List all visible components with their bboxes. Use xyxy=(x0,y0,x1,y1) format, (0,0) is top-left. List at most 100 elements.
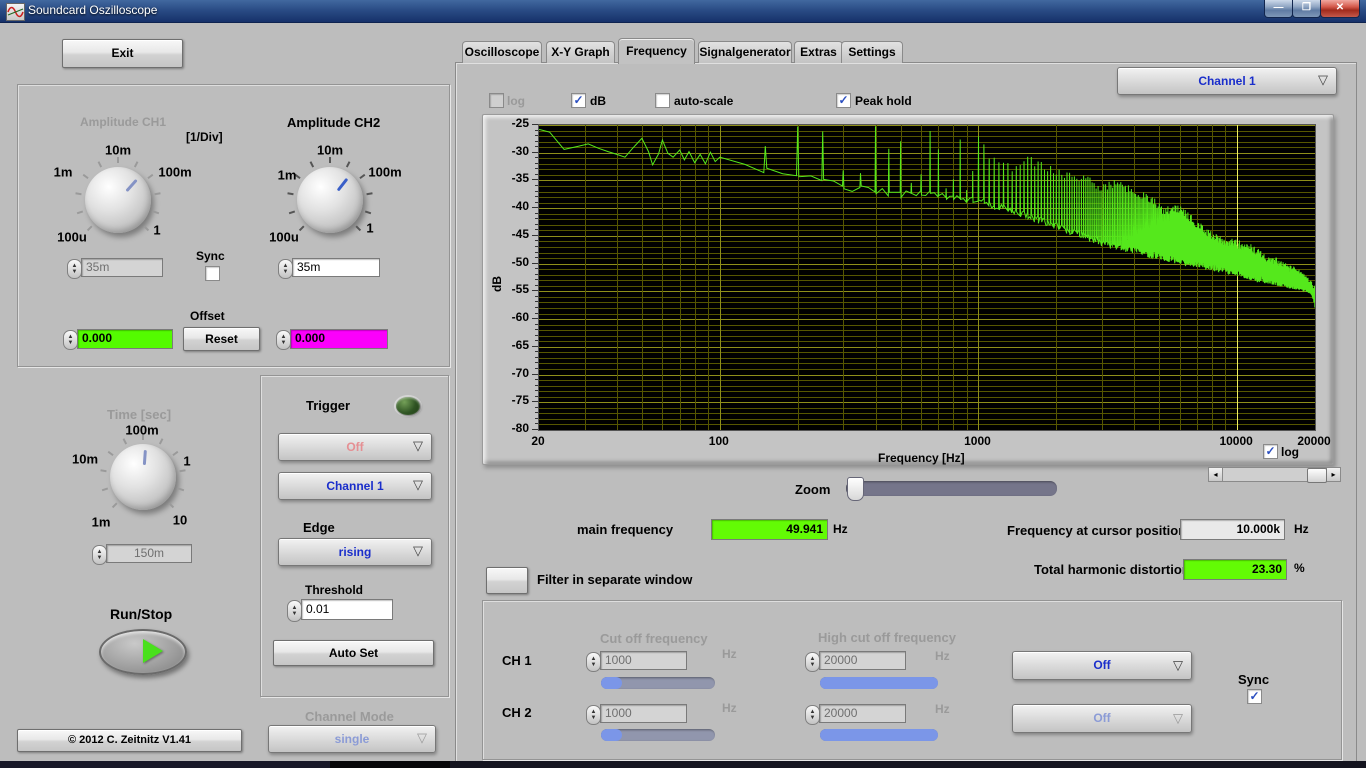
runstop-button[interactable] xyxy=(99,629,187,675)
maximize-button[interactable]: ❐ xyxy=(1292,0,1321,18)
knob-tick xyxy=(101,487,109,492)
trigger-edge-dropdown[interactable]: rising ▽ xyxy=(278,538,432,566)
main-frequency-value: 49.941 xyxy=(711,519,828,540)
knob-needle xyxy=(124,178,138,193)
offset-ch1-value[interactable]: 0.000 xyxy=(77,329,173,349)
knob-tick xyxy=(82,173,89,180)
ch1-high-value: 20000 xyxy=(819,651,906,670)
knob-label: 100m xyxy=(368,164,402,180)
x-tick-label: 20000 xyxy=(1297,434,1331,448)
offset-ch1-spinner[interactable]: ▲ ▼ xyxy=(63,330,78,350)
zoom-slider-track[interactable] xyxy=(846,477,1057,501)
knob-tick xyxy=(355,225,362,232)
knob-needle xyxy=(142,449,147,466)
time-knob[interactable] xyxy=(100,434,186,510)
exit-button[interactable]: Exit xyxy=(62,39,183,68)
ch2-filter-mode-value: Off xyxy=(1093,711,1111,725)
minimize-button[interactable]: — xyxy=(1264,0,1293,18)
db-checkbox[interactable]: ✓ xyxy=(571,93,586,108)
amplitude-ch1-knob[interactable] xyxy=(75,157,161,233)
channel-mode-value: single xyxy=(334,732,370,746)
offset-reset-button[interactable]: Reset xyxy=(183,327,260,351)
y-tick-label: -75 xyxy=(511,393,529,408)
autoscale-label: auto-scale xyxy=(674,94,734,108)
low-cutoff-title: Cut off frequency xyxy=(600,631,708,646)
filter-ch2-label: CH 2 xyxy=(502,705,532,720)
amplitude-ch1-value: 35m xyxy=(81,258,163,277)
knob-tick xyxy=(298,225,305,232)
y-tick-label: -70 xyxy=(511,365,529,380)
amplitude-ch2-spinner[interactable]: ▲ ▼ xyxy=(278,259,293,279)
trigger-edge-value: rising xyxy=(338,545,372,559)
tab-signalgenerator[interactable]: Signalgenerator xyxy=(698,41,792,63)
ch2-low-slider[interactable] xyxy=(601,729,715,741)
chevron-down-icon: ▽ xyxy=(413,437,423,453)
spectrum-channel-dropdown[interactable]: Channel 1 ▽ xyxy=(1117,67,1337,95)
close-button[interactable]: ✕ xyxy=(1320,0,1360,18)
y-tick-label: -40 xyxy=(511,199,529,214)
thd-value: 23.30 xyxy=(1183,559,1287,580)
tab-frequency[interactable]: Frequency xyxy=(618,38,695,64)
app-icon xyxy=(6,3,25,21)
per-div-label: [1/Div] xyxy=(186,130,223,144)
scroll-right-arrow-icon[interactable]: ▸ xyxy=(1326,468,1340,481)
tab-settings[interactable]: Settings xyxy=(841,41,903,63)
title-bar[interactable]: Soundcard Oszilloscope — ❐ ✕ xyxy=(0,0,1366,23)
x-axis-title: Frequency [Hz] xyxy=(878,451,965,465)
tab-x-y-graph[interactable]: X-Y Graph xyxy=(546,41,615,63)
main-frequency-label: main frequency xyxy=(577,522,674,537)
app-window: Soundcard Oszilloscope — ❐ ✕ Exit Amplit… xyxy=(0,0,1366,768)
ch1-low-slider[interactable] xyxy=(601,677,715,689)
amplitude-ch1-spinner: ▲ ▼ xyxy=(67,259,82,279)
y-tick-label: -60 xyxy=(511,310,529,325)
knob-label: 1m xyxy=(91,514,111,530)
threshold-value[interactable]: 0.01 xyxy=(301,599,393,620)
scroll-left-arrow-icon[interactable]: ◂ xyxy=(1209,468,1223,481)
ch2-high-slider[interactable] xyxy=(820,729,938,741)
threshold-label: Threshold xyxy=(305,583,364,597)
ch1-filter-mode-dropdown[interactable]: Off ▽ xyxy=(1012,651,1192,680)
trigger-source-value: Channel 1 xyxy=(326,479,384,493)
knob-tick xyxy=(107,450,114,457)
log-x-checkbox[interactable]: ✓ xyxy=(1263,444,1278,459)
chevron-down-icon: ▽ xyxy=(413,476,423,492)
filter-sync-checkbox[interactable]: ✓ xyxy=(1247,689,1262,704)
time-label: Time [sec] xyxy=(107,407,172,422)
plot-h-scrollbar[interactable]: ◂ ▸ xyxy=(1208,467,1341,483)
trigger-title: Trigger xyxy=(306,398,351,413)
knob-tick xyxy=(287,192,294,196)
knob-label: 10m xyxy=(71,451,99,467)
zoom-slider-thumb[interactable] xyxy=(847,477,864,501)
time-spinner: ▲ ▼ xyxy=(92,545,107,565)
chevron-down-icon: ▽ xyxy=(417,729,427,745)
knob-needle xyxy=(336,177,348,192)
autoset-button[interactable]: Auto Set xyxy=(273,640,434,666)
ch1-high-slider[interactable] xyxy=(820,677,938,689)
autoscale-checkbox[interactable] xyxy=(655,93,670,108)
time-knob-group: 100m 10m 1 1m 10 xyxy=(71,423,215,535)
tab-extras[interactable]: Extras xyxy=(794,41,843,63)
tab-oscilloscope[interactable]: Oscilloscope xyxy=(462,41,542,63)
knob-tick xyxy=(359,173,366,180)
trigger-source-dropdown[interactable]: Channel 1 ▽ xyxy=(278,472,432,500)
copyright-button[interactable]: © 2012 C. Zeitnitz V1.41 xyxy=(17,729,242,752)
amplitude-sync-checkbox[interactable] xyxy=(205,266,220,281)
zoom-label: Zoom xyxy=(795,482,831,497)
offset-ch2-spinner[interactable]: ▲ ▼ xyxy=(276,330,291,350)
offset-ch2-value[interactable]: 0.000 xyxy=(290,329,388,349)
x-tick-label: 20 xyxy=(531,434,545,448)
y-tick-label: -80 xyxy=(511,421,529,435)
spectrum-plot[interactable] xyxy=(538,124,1316,431)
scrollbar-thumb[interactable] xyxy=(1307,468,1327,483)
peakhold-checkbox[interactable]: ✓ xyxy=(836,93,851,108)
y-tick-label: -35 xyxy=(511,171,529,186)
knob-label: 100u xyxy=(57,229,87,245)
amplitude-ch2-value[interactable]: 35m xyxy=(292,258,380,277)
threshold-spinner[interactable]: ▲ ▼ xyxy=(287,600,302,622)
filter-window-button[interactable] xyxy=(486,567,528,594)
trigger-led xyxy=(396,397,420,415)
amplitude-ch2-knob[interactable] xyxy=(287,157,373,233)
filter-ch1-label: CH 1 xyxy=(502,653,532,668)
play-icon xyxy=(143,639,163,663)
channel-mode-label: Channel Mode xyxy=(305,709,394,724)
